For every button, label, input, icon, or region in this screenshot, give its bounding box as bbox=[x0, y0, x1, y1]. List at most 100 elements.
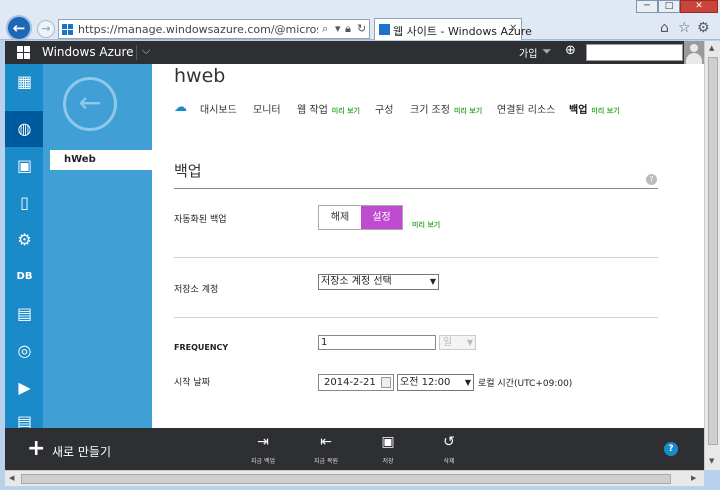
scroll-up-icon[interactable]: ▲ bbox=[709, 44, 714, 52]
tab-favicon-icon bbox=[379, 24, 390, 35]
nav-hdinsight[interactable]: ◎ bbox=[5, 333, 43, 369]
browser-tab[interactable]: 웹 사이트 - Windows Azure ✕ bbox=[374, 18, 532, 40]
backup-now-button[interactable]: ⇥ 지금 백업 bbox=[243, 434, 283, 465]
all-items-grid-icon: ▦ bbox=[16, 72, 33, 91]
section-title: 백업 bbox=[174, 162, 202, 180]
close-window-button[interactable]: ✕ bbox=[680, 0, 718, 13]
chevron-down-icon[interactable]: ⌵ bbox=[142, 44, 150, 58]
scroll-left-icon[interactable]: ◀ bbox=[9, 474, 14, 482]
command-bar: + 새로 만들기 ⇥ 지금 백업 ⇤ 지금 복원 ▣ 저장 ↺ 삭제 ? bbox=[5, 428, 704, 470]
save-icon: ▣ bbox=[381, 434, 395, 450]
signup-link[interactable]: 가입 bbox=[519, 45, 537, 60]
favorites-star-icon[interactable]: ☆ bbox=[678, 20, 691, 36]
secondary-nav: ← hWeb bbox=[43, 64, 152, 428]
backup-now-icon: ⇥ bbox=[257, 434, 269, 450]
cloud-icon: ☁ bbox=[174, 100, 187, 115]
maximize-button[interactable]: □ bbox=[658, 0, 680, 13]
automated-backup-toggle[interactable]: 해제 설정 bbox=[318, 205, 403, 230]
tab-webjobs[interactable]: 웹 작업 미리 보기 bbox=[297, 101, 360, 116]
portal-header: Windows Azure ⌵ 가입 ⏷ ⊕ bbox=[5, 41, 704, 64]
home-icon[interactable]: ⌂ bbox=[660, 20, 669, 36]
nav-all-items[interactable]: ▦ bbox=[5, 64, 43, 100]
nav-virtual-machines[interactable]: ▣ bbox=[5, 148, 43, 184]
start-date-input[interactable]: 2014-2-21 bbox=[318, 374, 394, 391]
restore-now-label: 지금 복원 bbox=[314, 458, 338, 465]
globe-icon[interactable]: ⊕ bbox=[565, 43, 576, 58]
frequency-unit-select[interactable]: 일 ▼ bbox=[439, 335, 476, 350]
avatar[interactable] bbox=[684, 41, 704, 64]
header-divider bbox=[136, 45, 137, 60]
timezone-label: 로컬 시간(UTC+09:00) bbox=[478, 379, 573, 389]
toggle-off-option[interactable]: 해제 bbox=[319, 206, 361, 229]
horizontal-scrollbar[interactable]: ◀ ▶ bbox=[5, 470, 704, 486]
help-icon[interactable]: ? bbox=[664, 442, 678, 456]
url-text[interactable]: https://manage.windowsazure.com/@microso… bbox=[78, 23, 318, 36]
nav-reports[interactable]: ▤ bbox=[5, 404, 43, 428]
portal-title[interactable]: Windows Azure bbox=[42, 45, 134, 59]
dropdown-icon[interactable]: ▾ bbox=[335, 22, 341, 35]
browser-titlebar: ─ □ ✕ ← → https://manage.windowsazure.co… bbox=[0, 0, 720, 41]
toggle-on-option[interactable]: 설정 bbox=[361, 206, 402, 229]
save-label: 저장 bbox=[382, 458, 394, 465]
cloud-services-icon: ⚙ bbox=[17, 230, 32, 249]
secondary-nav-item-hweb[interactable]: hWeb bbox=[50, 150, 152, 170]
calendar-icon[interactable] bbox=[381, 377, 391, 388]
tab-backup[interactable]: 백업 미리 보기 bbox=[569, 101, 620, 116]
nav-media-services[interactable]: ▶ bbox=[5, 370, 43, 406]
tab-dashboard[interactable]: 대시보드 bbox=[200, 101, 237, 116]
close-tab-icon[interactable]: ✕ bbox=[509, 23, 517, 34]
nav-storage[interactable]: ▤ bbox=[5, 296, 43, 332]
frequency-unit-value: 일 bbox=[443, 337, 453, 348]
frequency-input[interactable]: 1 bbox=[318, 335, 436, 350]
storage-icon: ▤ bbox=[16, 304, 33, 323]
vertical-scrollbar[interactable]: ▲ ▼ bbox=[704, 41, 720, 470]
storage-account-label: 저장소 계정 bbox=[174, 285, 219, 295]
lock-icon[interactable]: 🔒︎ bbox=[345, 22, 351, 36]
nav-mobile-services[interactable]: ▯ bbox=[5, 185, 43, 221]
discard-button[interactable]: ↺ 삭제 bbox=[429, 434, 469, 465]
settings-gear-icon[interactable]: ⚙ bbox=[697, 20, 710, 36]
minimize-button[interactable]: ─ bbox=[636, 0, 658, 13]
hdinsight-icon: ◎ bbox=[17, 341, 32, 360]
tab-scale[interactable]: 크기 조정 미리 보기 bbox=[410, 101, 482, 116]
chevron-down-icon: ▼ bbox=[464, 378, 471, 387]
plus-icon[interactable]: + bbox=[27, 438, 45, 460]
tab-configure[interactable]: 구성 bbox=[375, 101, 393, 116]
help-icon[interactable]: ? bbox=[646, 174, 657, 185]
vertical-scroll-thumb[interactable] bbox=[708, 57, 718, 445]
search-input[interactable] bbox=[586, 44, 683, 61]
storage-account-select[interactable]: 저장소 계정 선택 ▼ bbox=[318, 274, 439, 290]
search-icon[interactable]: ⌕ bbox=[322, 22, 328, 36]
frequency-label: FREQUENCY bbox=[174, 343, 229, 352]
new-button[interactable]: 새로 만들기 bbox=[52, 443, 111, 460]
back-circle-icon[interactable]: ← bbox=[63, 77, 117, 131]
divider bbox=[174, 257, 658, 258]
restore-now-icon: ⇤ bbox=[320, 434, 332, 450]
preview-badge: 미리 보기 bbox=[412, 221, 441, 229]
nav-cloud-services[interactable]: ⚙ bbox=[5, 222, 43, 258]
chevron-down-icon: ▼ bbox=[466, 338, 473, 347]
tab-monitor[interactable]: 모니터 bbox=[253, 101, 281, 116]
forward-arrow-icon[interactable]: → bbox=[37, 20, 55, 38]
start-date-value: 2014-2-21 bbox=[324, 377, 376, 388]
sql-databases-icon: DB bbox=[16, 271, 33, 282]
automated-backup-label: 자동화된 백업 bbox=[174, 215, 227, 225]
filter-icon[interactable]: ⏷ bbox=[542, 44, 552, 59]
save-button[interactable]: ▣ 저장 bbox=[368, 434, 408, 465]
start-time-select[interactable]: 오전 12:00 ▼ bbox=[397, 374, 474, 391]
preview-badge: 미리 보기 bbox=[331, 107, 360, 115]
discard-label: 삭제 bbox=[443, 458, 455, 465]
address-bar[interactable]: https://manage.windowsazure.com/@microso… bbox=[58, 19, 370, 39]
nav-sql-databases[interactable]: DB bbox=[5, 259, 43, 295]
restore-now-button[interactable]: ⇤ 지금 복원 bbox=[306, 434, 346, 465]
web-sites-icon: ◍ bbox=[17, 119, 32, 138]
tab-linked-resources[interactable]: 연결된 리소스 bbox=[497, 101, 555, 116]
refresh-icon[interactable]: ↻ bbox=[357, 22, 366, 35]
scroll-down-icon[interactable]: ▼ bbox=[709, 457, 714, 465]
virtual-machines-icon: ▣ bbox=[16, 156, 33, 175]
scroll-right-icon[interactable]: ▶ bbox=[691, 474, 696, 482]
media-services-icon: ▶ bbox=[18, 378, 31, 397]
nav-web-sites[interactable]: ◍ bbox=[5, 111, 43, 147]
horizontal-scroll-thumb[interactable] bbox=[21, 474, 671, 484]
back-arrow-icon[interactable]: ← bbox=[6, 15, 32, 41]
